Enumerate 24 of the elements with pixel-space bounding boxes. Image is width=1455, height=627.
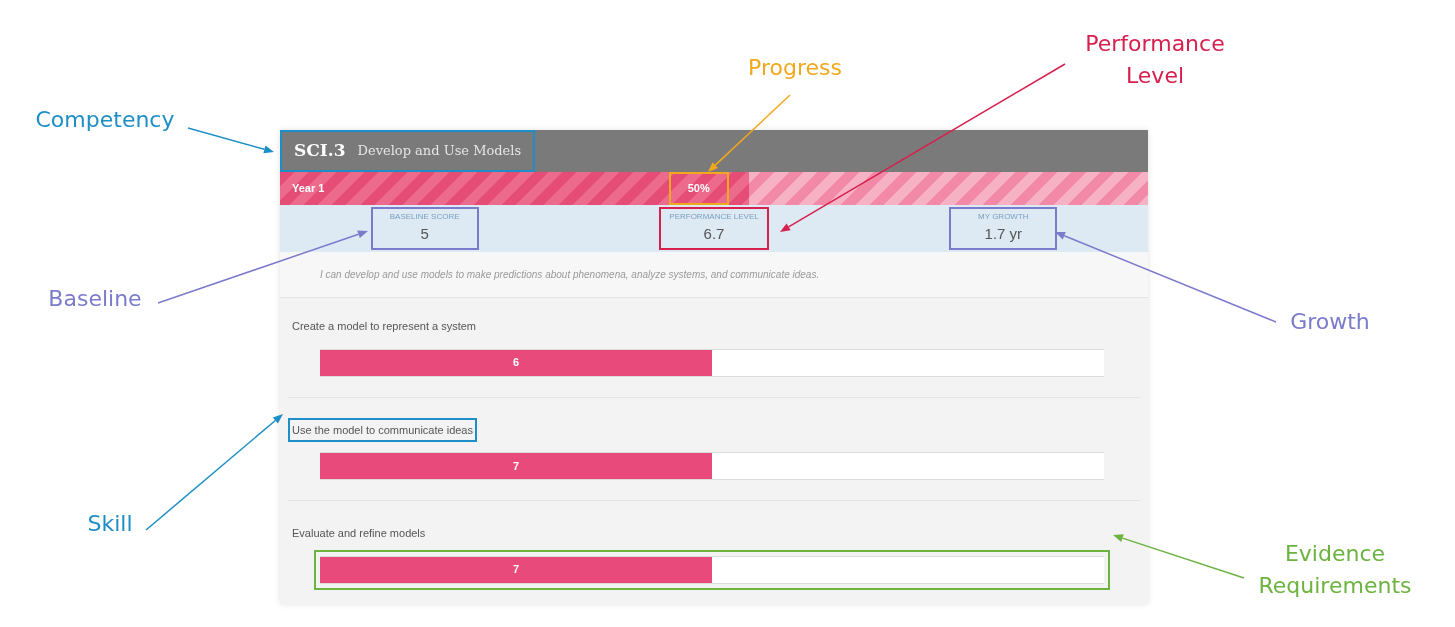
competency-title: Develop and Use Models xyxy=(357,142,522,161)
competency-description: I can develop and use models to make predictions about phenomena, analyze systems, and communicate ideas. xyxy=(320,268,820,282)
callout-label: Skill xyxy=(86,510,134,538)
stat-label: MY GROWTH xyxy=(978,211,1029,224)
progress-value: 50% xyxy=(668,172,729,205)
stat-value: 5 xyxy=(420,224,429,245)
callout-label: Growth xyxy=(1289,308,1371,336)
callout-label: Progress xyxy=(747,54,843,82)
stat-value: 6.7 xyxy=(703,224,725,245)
skill-label: Evaluate and refine models xyxy=(291,526,427,541)
skill-score: 6 xyxy=(512,355,520,371)
competency-code: SCI.3 xyxy=(294,139,346,163)
stat-label: BASELINE SCORE xyxy=(389,211,460,224)
skill-label: Use the model to communicate ideas xyxy=(288,417,477,442)
stat-value: 1.7 yr xyxy=(984,224,1023,245)
callout-label: Baseline xyxy=(47,285,143,313)
skill-score: 7 xyxy=(512,562,520,578)
callout-label: Evidence Requirements xyxy=(1257,540,1413,600)
callout-label: Performance Level xyxy=(1084,30,1226,90)
skill-score: 7 xyxy=(512,458,520,474)
skill-label: Create a model to represent a system xyxy=(291,319,478,334)
year-label: Year 1 xyxy=(292,181,325,196)
callout-label: Competency xyxy=(34,106,176,134)
stat-label: PERFORMANCE LEVEL xyxy=(669,211,759,224)
